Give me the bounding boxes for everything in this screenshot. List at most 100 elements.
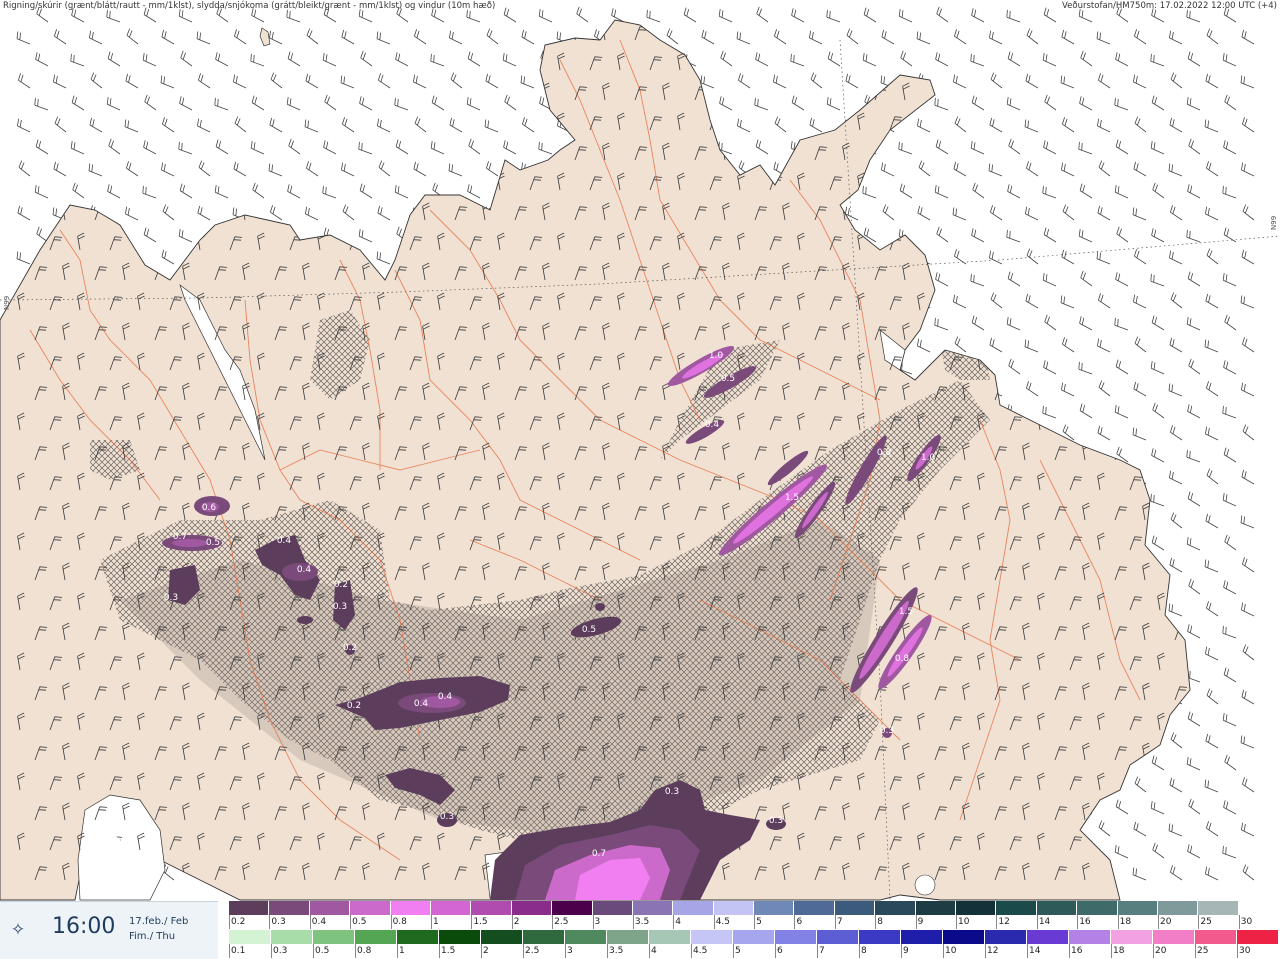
- legend-tick-label: 20: [1157, 915, 1198, 929]
- snow-legend-swatches: [229, 901, 1280, 915]
- contour-label: 0.3: [440, 812, 454, 822]
- legend-tick-label: 4: [673, 915, 713, 929]
- legend-swatch: [565, 930, 607, 944]
- legend-swatch: [1077, 901, 1118, 915]
- legend-tick-label: 3.5: [632, 915, 673, 929]
- contour-label: 0.7: [173, 532, 187, 542]
- legend-swatch: [271, 930, 313, 944]
- legend-swatch: [313, 930, 355, 944]
- legend-swatch: [901, 930, 943, 944]
- legend-tick-label: 1: [397, 944, 439, 958]
- legend-swatch: [875, 901, 916, 915]
- legend-tick-label: 16: [1077, 915, 1117, 929]
- legend-swatch: [649, 930, 691, 944]
- map-title: Rigning/skúrir (grænt/blátt/rautt - mm/1…: [3, 1, 496, 11]
- contour-label: 1.5: [899, 607, 913, 617]
- forecast-time: 16:00: [52, 914, 116, 939]
- legend-tick-label: 20: [1153, 944, 1195, 958]
- legend-tick-label: 9: [901, 944, 943, 958]
- graticule-lat-label-left: N99: [3, 296, 11, 310]
- legend-tick-label: 25: [1198, 915, 1238, 929]
- legend-tick-label: 4: [649, 944, 691, 958]
- contour-label: 0.3: [769, 816, 783, 826]
- contour-label: 0.6: [202, 503, 217, 513]
- forecast-date-line2: Fim./ Thu: [129, 931, 176, 942]
- legend-swatch: [1238, 901, 1280, 915]
- legend-swatch: [397, 930, 439, 944]
- legend-swatch: [355, 930, 397, 944]
- contour-label: 0.8: [877, 448, 892, 458]
- contour-label: 1.5: [785, 493, 799, 503]
- legend-tick-label: 1.5: [439, 944, 481, 958]
- legend-swatch: [430, 901, 472, 915]
- legend-swatch: [1237, 930, 1279, 944]
- legend-swatch: [996, 901, 1037, 915]
- legend-tick-label: 14: [1036, 915, 1077, 929]
- legend-tick-label: 18: [1111, 944, 1153, 958]
- legend-tick-label: 3.5: [607, 944, 649, 958]
- legend-tick-label: 8: [875, 915, 915, 929]
- contour-label: 0.8: [895, 654, 910, 664]
- contour-label: 0.4: [414, 699, 429, 709]
- legend-tick-label: 6: [794, 915, 834, 929]
- legend-swatch: [481, 930, 523, 944]
- contour-label: 0.4: [438, 692, 453, 702]
- legend-tick-label: 0.4: [309, 915, 350, 929]
- legend-swatch: [1069, 930, 1111, 944]
- contour-label: 0.4: [705, 420, 720, 430]
- legend-tick-label: 2.5: [552, 915, 592, 929]
- legend-tick-label: 2.5: [523, 944, 565, 958]
- legend-tick-label: 6: [775, 944, 817, 958]
- legend-tick-label: 8: [859, 944, 901, 958]
- legend-tick-label: 7: [834, 915, 875, 929]
- legend-tick-label: 0.2: [229, 915, 269, 929]
- legend-tick-label: 4.5: [691, 944, 733, 958]
- legend-swatch: [713, 901, 755, 915]
- legend-swatch: [552, 901, 593, 915]
- legend-tick-label: 7: [817, 944, 859, 958]
- legend-swatch: [439, 930, 481, 944]
- contour-label: 0.2: [347, 701, 361, 711]
- legend-swatch: [1198, 901, 1239, 915]
- legend-swatch: [733, 930, 775, 944]
- legend-swatch: [229, 930, 271, 944]
- contour-label: 0.5: [206, 538, 220, 548]
- contour-label: 0.3: [333, 602, 347, 612]
- legend-swatch: [775, 930, 817, 944]
- legend-tick-label: 3: [592, 915, 633, 929]
- legend-tick-label: 9: [915, 915, 956, 929]
- contour-label: 1.0: [921, 453, 936, 463]
- legend-swatch: [229, 901, 270, 915]
- legend-tick-label: 5: [754, 915, 794, 929]
- compass-star-icon[interactable]: ✧: [8, 920, 28, 940]
- legend-tick-label: 30: [1238, 915, 1279, 929]
- legend-swatch: [943, 930, 985, 944]
- contour-label: 1.0: [709, 351, 724, 361]
- legend-swatch: [834, 901, 876, 915]
- legend-tick-label: 25: [1195, 944, 1237, 958]
- legend-swatch: [511, 901, 553, 915]
- legend-swatch: [1195, 930, 1237, 944]
- contour-label: 0.2: [343, 643, 357, 653]
- contour-label: 0.5: [582, 625, 596, 635]
- legend-tick-label: 1: [430, 915, 471, 929]
- legend-tick-label: 0.8: [390, 915, 431, 929]
- legend-swatch: [1111, 930, 1153, 944]
- legend-swatch: [1117, 901, 1158, 915]
- legend-tick-label: 12: [996, 915, 1036, 929]
- legend-tick-label: 30: [1237, 944, 1279, 958]
- contour-label: 0.2: [334, 580, 348, 590]
- model-run-info: Veðurstofan/HM750m: 17.02.2022 12:00 UTC…: [1062, 1, 1277, 11]
- legend-tick-label: 14: [1027, 944, 1069, 958]
- legend-tick-label: 10: [956, 915, 996, 929]
- legend-tick-label: 3: [565, 944, 607, 958]
- legend-tick-label: 5: [733, 944, 775, 958]
- legend-swatch: [956, 901, 997, 915]
- legend-swatch: [915, 901, 957, 915]
- snow-legend-labels: 0.2 0.3 0.4 0.5 0.8 1 1.5 2 2.5 3 3.5 4 4.5 5 6 7 8 9 10 12…: [229, 915, 1279, 929]
- legend-swatch: [794, 901, 835, 915]
- legend-tick-label: 10: [943, 944, 985, 958]
- legend-tick-label: 0.8: [355, 944, 397, 958]
- contour-label: 0.3: [164, 593, 178, 603]
- weather-map[interactable]: N99 N99 1.00.50.40.60.70.5 0.40.40.30.30…: [0, 0, 1280, 958]
